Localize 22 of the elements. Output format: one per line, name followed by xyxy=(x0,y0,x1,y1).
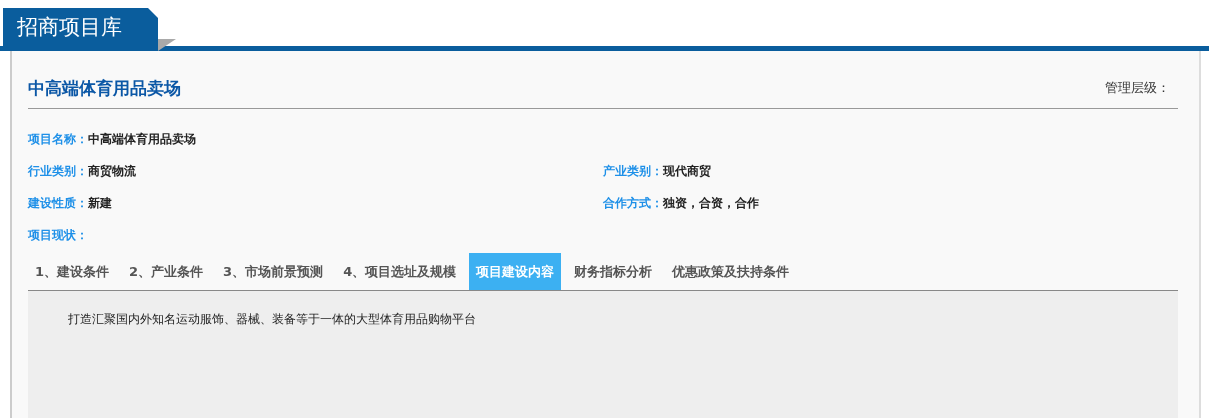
tab[interactable]: 财务指标分析 xyxy=(567,253,660,290)
field-value: 新建 xyxy=(88,195,112,210)
field-label: 项目名称： xyxy=(28,131,88,146)
tab[interactable]: 优惠政策及扶持条件 xyxy=(665,253,797,290)
content-text: 打造汇聚国内外知名运动服饰、器械、装备等于一体的大型体育用品购物平台 xyxy=(68,311,477,328)
field-value: 现代商贸 xyxy=(663,163,711,178)
tab[interactable]: 2、产业条件 xyxy=(122,253,211,290)
page-title: 招商项目库 xyxy=(17,14,122,41)
field-value: 独资，合资，合作 xyxy=(663,195,759,210)
field-label: 行业类别： xyxy=(28,163,88,178)
fold-icon xyxy=(158,39,176,51)
tab[interactable]: 4、项目选址及规模 xyxy=(336,253,464,290)
tab[interactable]: 3、市场前景预测 xyxy=(216,253,331,290)
management-level-label: 管理层级： xyxy=(1105,79,1170,97)
tab[interactable]: 1、建设条件 xyxy=(28,253,117,290)
field-label: 建设性质： xyxy=(28,195,88,210)
field-value: 商贸物流 xyxy=(88,163,136,178)
field-label: 合作方式： xyxy=(603,195,663,210)
project-title: 中高端体育用品卖场 xyxy=(28,76,181,100)
field-label: 产业类别： xyxy=(603,163,663,178)
field-value: 中高端体育用品卖场 xyxy=(88,131,196,146)
field-label: 项目现状： xyxy=(28,227,88,242)
